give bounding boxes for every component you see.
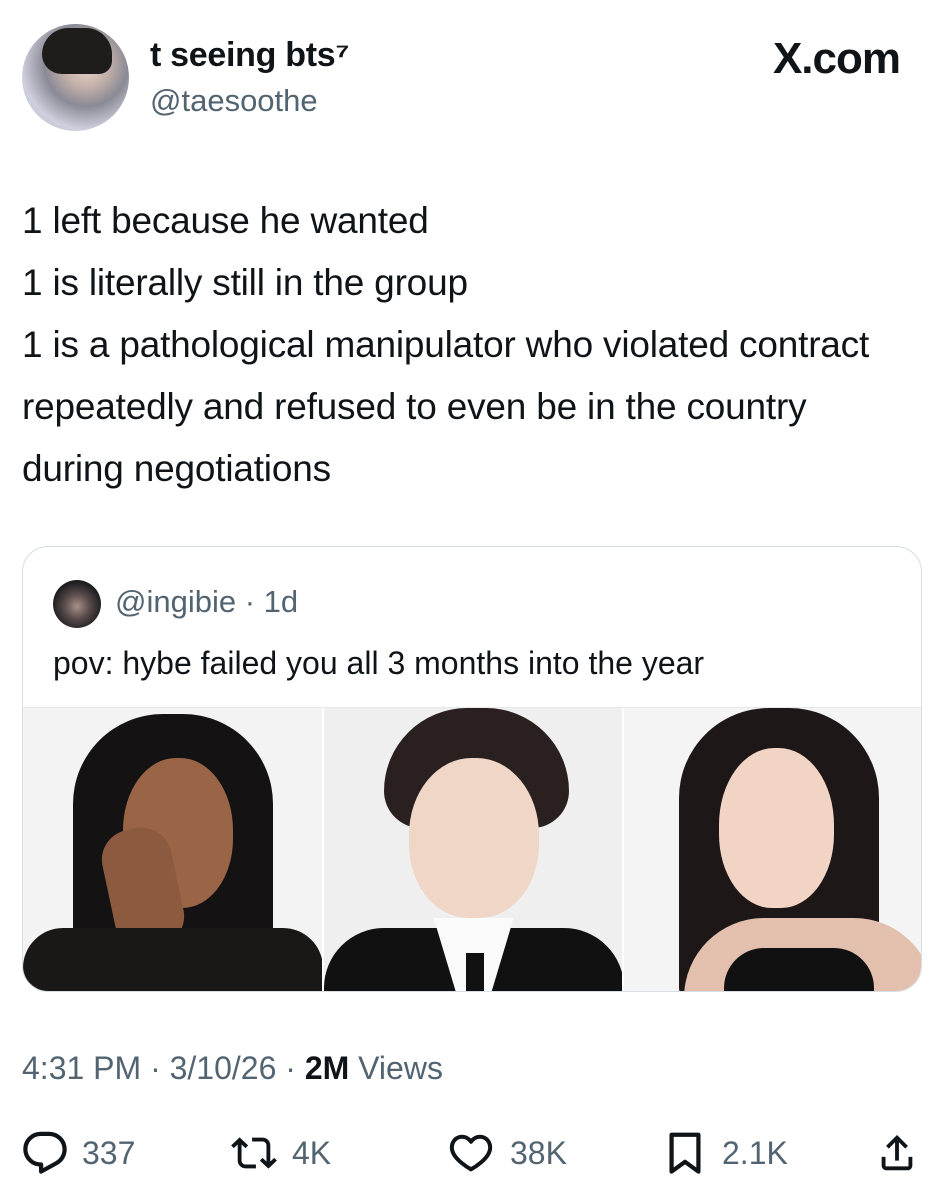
image-3-top [724,948,875,991]
bookmark-count: 2.1K [722,1134,788,1171]
tweet-time[interactable]: 4:31 PM [22,1050,141,1086]
share-button[interactable] [874,1128,920,1178]
author-display-name[interactable]: t seeing bts⁷ [150,36,349,75]
repost-count: 4K [292,1134,332,1171]
views-label: Views [358,1050,443,1086]
repost-icon [231,1137,277,1169]
bookmark-icon [669,1132,701,1174]
quoted-meta: @ingibie · 1d [115,584,298,620]
quoted-age: 1d [263,584,299,619]
image-2-face [408,758,539,918]
image-2-tie [465,953,484,991]
like-count: 38K [510,1134,567,1171]
image-3-face [719,748,835,908]
quoted-author-handle[interactable]: @ingibie [115,584,236,619]
tweet-date[interactable]: 3/10/26 [170,1050,277,1086]
repost-button[interactable]: 4K [230,1128,331,1178]
avatar-hair [42,28,112,74]
reply-icon [23,1131,67,1174]
meta-separator-2: · [285,1050,296,1086]
author-handle[interactable]: @taesoothe [150,83,318,119]
quoted-author-avatar [53,580,101,628]
x-logo: X.com [772,34,901,83]
image-1-top [23,928,322,991]
quoted-media-grid[interactable] [23,707,921,991]
like-button[interactable]: 38K [446,1128,567,1178]
quoted-separator: · [244,584,256,619]
tweet-meta: 4:31 PM · 3/10/26 · 2M Views [22,1050,443,1087]
action-bar: 337 4K 38K 2.1K [22,1128,922,1178]
quoted-tweet-card[interactable]: @ingibie · 1d pov: hybe failed you all 3… [22,546,922,992]
quoted-tweet-text: pov: hybe failed you all 3 months into t… [53,645,705,681]
reply-count: 337 [82,1134,136,1171]
bookmark-button[interactable]: 2.1K [662,1128,788,1178]
quoted-image-1[interactable] [23,708,322,991]
author-avatar[interactable] [22,24,129,131]
views-count: 2M [304,1050,350,1086]
meta-separator-1: · [150,1050,161,1086]
quoted-image-2[interactable] [321,708,623,991]
share-icon [881,1134,913,1171]
reply-button[interactable]: 337 [22,1128,135,1178]
quoted-image-3[interactable] [622,708,921,991]
heart-icon [449,1134,493,1172]
tweet-text: 1 left because he wanted 1 is literally … [22,200,870,489]
